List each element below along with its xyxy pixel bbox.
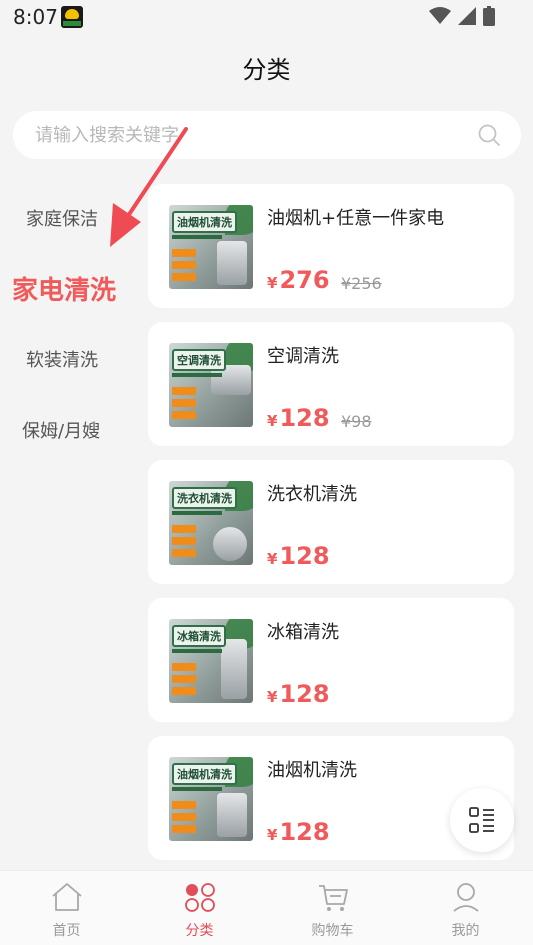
product-card[interactable]: 冰箱清洗 冰箱清洗 ¥128	[148, 598, 514, 722]
category-icon	[184, 883, 215, 912]
thumbnail-title: 油烟机清洗	[172, 211, 237, 233]
price-value: 276	[279, 266, 330, 294]
product-card[interactable]: 洗衣机清洗 洗衣机清洗 ¥128	[148, 460, 514, 584]
floating-menu-button[interactable]	[450, 788, 514, 852]
tab-profile[interactable]: 我的	[399, 871, 532, 945]
product-name: 洗衣机清洗	[267, 484, 357, 505]
sidebar-item-nanny[interactable]: 保姆/月嫂	[0, 409, 130, 449]
sidebar-item-soft-furnishing-cleaning[interactable]: 软装清洗	[0, 338, 130, 378]
search-icon[interactable]	[477, 123, 501, 147]
product-price: ¥128	[267, 680, 330, 708]
tab-label: 购物车	[311, 923, 354, 939]
search-input[interactable]	[35, 111, 475, 159]
product-name: 油烟机+任意一件家电	[267, 208, 445, 229]
product-name: 油烟机清洗	[267, 760, 357, 781]
sidebar-item-label: 软装清洗	[26, 350, 98, 371]
status-bar: 8:07	[0, 0, 533, 34]
screen: 8:07 分类 家庭保洁	[0, 0, 533, 945]
thumbnail-title: 油烟机清洗	[172, 763, 237, 785]
product-price: ¥128	[267, 404, 330, 432]
product-thumbnail: 洗衣机清洗	[169, 481, 253, 565]
product-thumbnail: 油烟机清洗	[169, 205, 253, 289]
menu-grid-icon	[469, 807, 494, 833]
search-bar[interactable]	[13, 111, 521, 159]
currency-symbol: ¥	[267, 412, 278, 430]
product-card[interactable]: 油烟机清洗 油烟机+任意一件家电 ¥276 ¥256	[148, 184, 514, 308]
product-price: ¥128	[267, 542, 330, 570]
home-icon	[51, 883, 82, 911]
thumbnail-title: 空调清洗	[172, 349, 226, 371]
tab-category[interactable]: 分类	[133, 871, 266, 945]
status-time: 8:07	[13, 5, 58, 29]
price-value: 128	[279, 542, 330, 570]
sidebar-item-appliance-cleaning[interactable]: 家电清洗	[0, 266, 130, 306]
sidebar-item-home-cleaning[interactable]: 家庭保洁	[0, 197, 130, 237]
currency-symbol: ¥	[267, 274, 278, 292]
price-value: 128	[279, 680, 330, 708]
product-thumbnail: 冰箱清洗	[169, 619, 253, 703]
tab-label: 分类	[185, 923, 214, 939]
user-icon	[452, 883, 479, 912]
product-original-price: ¥98	[341, 412, 372, 431]
product-name: 冰箱清洗	[267, 622, 339, 643]
signal-icon	[458, 7, 476, 25]
product-price: ¥128	[267, 818, 330, 846]
tab-label: 首页	[52, 923, 81, 939]
status-icons	[429, 6, 495, 26]
tab-label: 我的	[451, 923, 480, 939]
product-thumbnail: 空调清洗	[169, 343, 253, 427]
tab-home[interactable]: 首页	[0, 871, 133, 945]
battery-icon	[483, 6, 495, 26]
product-original-price: ¥256	[341, 274, 382, 293]
sidebar-item-label: 家庭保洁	[26, 209, 98, 230]
tab-cart[interactable]: 购物车	[266, 871, 399, 945]
app-notification-icon	[61, 6, 83, 28]
price-value: 128	[279, 818, 330, 846]
currency-symbol: ¥	[267, 826, 278, 844]
cart-icon	[318, 885, 348, 911]
product-card[interactable]: 空调清洗 空调清洗 ¥128 ¥98	[148, 322, 514, 446]
thumbnail-title: 冰箱清洗	[172, 625, 226, 647]
product-name: 空调清洗	[267, 346, 339, 367]
product-thumbnail: 油烟机清洗	[169, 757, 253, 841]
thumbnail-title: 洗衣机清洗	[172, 487, 237, 509]
sidebar-item-label: 家电清洗	[12, 276, 117, 306]
currency-symbol: ¥	[267, 550, 278, 568]
currency-symbol: ¥	[267, 688, 278, 706]
sidebar-item-label: 保姆/月嫂	[22, 421, 101, 442]
product-price: ¥276	[267, 266, 330, 294]
page-title: 分类	[242, 56, 291, 84]
wifi-icon	[429, 7, 451, 24]
price-value: 128	[279, 404, 330, 432]
bottom-tab-bar: 首页 分类 购物车 我的	[0, 870, 533, 945]
